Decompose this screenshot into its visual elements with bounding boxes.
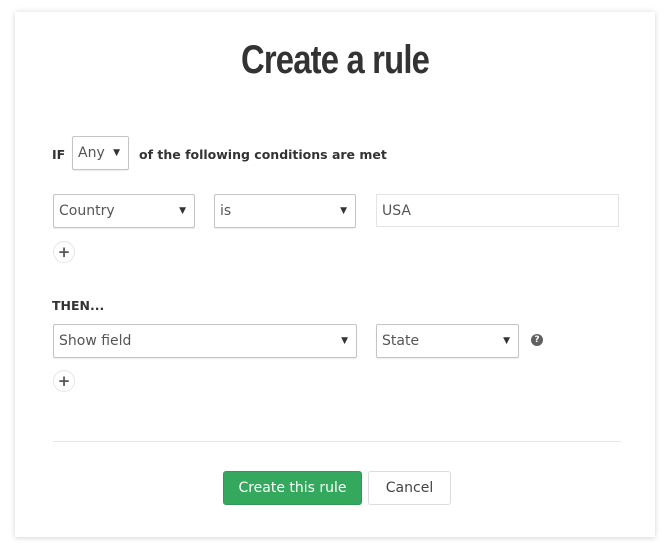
add-action-button[interactable]: +	[53, 370, 75, 392]
add-condition-button[interactable]: +	[53, 241, 75, 263]
target-field-select[interactable]: State ▼	[376, 324, 519, 358]
cancel-button[interactable]: Cancel	[368, 471, 451, 505]
divider	[53, 441, 621, 442]
conditions-text: of the following conditions are met	[139, 147, 387, 162]
dialog-title: Create a rule	[240, 38, 430, 82]
match-type-value: Any	[78, 145, 105, 161]
plus-icon: +	[57, 372, 71, 390]
condition-field-select[interactable]: Country ▼	[53, 194, 195, 228]
chevron-down-icon: ▼	[113, 148, 120, 158]
chevron-down-icon: ▼	[340, 206, 347, 216]
action-value: Show field	[59, 333, 132, 349]
condition-field-value: Country	[59, 203, 115, 219]
action-select[interactable]: Show field ▼	[53, 324, 357, 358]
condition-operator-select[interactable]: is ▼	[214, 194, 356, 228]
if-label: IF	[52, 147, 66, 162]
chevron-down-icon: ▼	[503, 336, 510, 346]
target-field-value: State	[382, 333, 420, 349]
condition-value-input[interactable]	[376, 194, 619, 227]
create-rule-dialog: Create a rule IF Any ▼ of the following …	[15, 12, 655, 537]
help-icon[interactable]: ?	[531, 334, 543, 346]
plus-icon: +	[57, 243, 71, 261]
condition-operator-value: is	[220, 203, 232, 219]
chevron-down-icon: ▼	[179, 206, 186, 216]
then-label: THEN...	[52, 298, 105, 313]
chevron-down-icon: ▼	[341, 336, 348, 346]
match-type-select[interactable]: Any ▼	[72, 136, 129, 170]
create-rule-button[interactable]: Create this rule	[223, 471, 362, 505]
